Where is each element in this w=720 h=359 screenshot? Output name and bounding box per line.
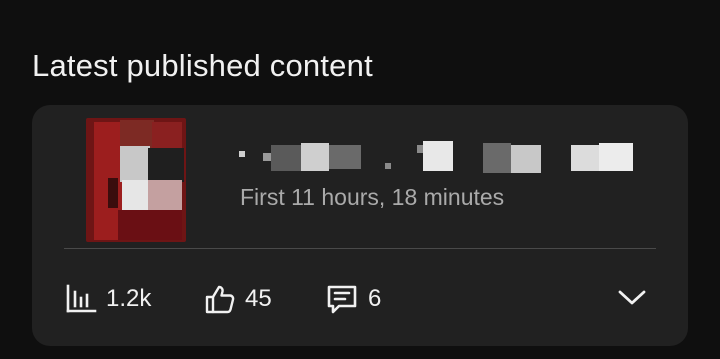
views-stat: 1.2k xyxy=(65,281,151,317)
latest-content-card[interactable]: First 11 hours, 18 minutes 1.2k 45 6 xyxy=(32,105,688,346)
video-thumbnail[interactable] xyxy=(86,118,186,242)
expand-button[interactable] xyxy=(614,285,650,315)
views-count: 1.2k xyxy=(106,285,152,312)
comments-stat: 6 xyxy=(325,281,381,317)
section-title: Latest published content xyxy=(32,48,373,83)
likes-count: 45 xyxy=(245,285,272,312)
video-meta: First 11 hours, 18 minutes xyxy=(240,184,505,210)
bar-chart-icon xyxy=(65,283,97,315)
comment-icon xyxy=(325,282,359,316)
divider xyxy=(64,248,656,249)
thumbs-up-icon xyxy=(204,283,236,315)
comments-count: 6 xyxy=(368,285,382,312)
likes-stat: 45 xyxy=(204,281,272,317)
chevron-down-icon xyxy=(617,289,647,312)
analytics-page: Latest published content First 11 hours,… xyxy=(0,0,720,359)
video-title-redacted[interactable] xyxy=(237,141,637,175)
